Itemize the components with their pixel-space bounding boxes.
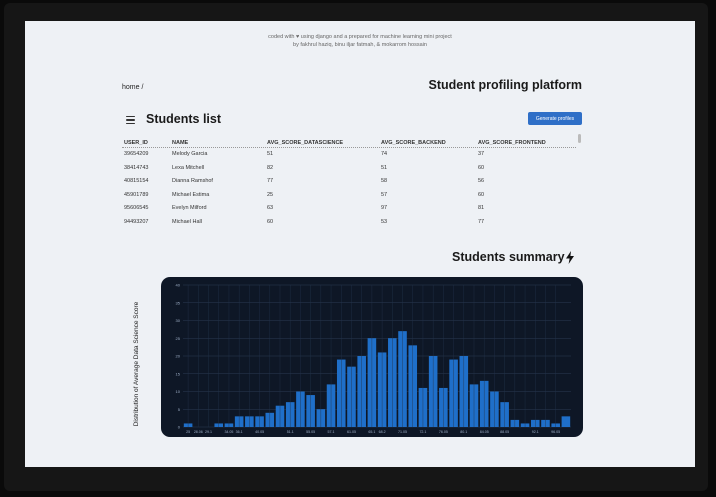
cell-name: Evelyn Milford [172,205,207,211]
chart-x-tick-label: 71.05 [398,430,407,434]
cell-datascience: 60 [267,218,274,225]
chart-x-tick-label: 92.1 [532,430,539,434]
chart-bar [561,416,571,427]
cell-frontend: 81 [478,205,485,211]
students-table: USER_ID NAME AVG_SCORE_DATASCIENCE AVG_S… [122,137,576,230]
cell-user-id: 45901789 [124,191,149,198]
cell-user-id: 39654209 [124,151,149,157]
chart-x-tick-label: 72.1 [419,430,426,434]
table-row[interactable]: 95606545 Evelyn Milford 63 97 81 [122,202,576,216]
chart-y-tick-label: 20 [176,354,181,359]
column-header-user-id[interactable]: USER_ID [124,140,148,146]
cell-backend: 53 [381,218,388,225]
cell-frontend: 77 [478,218,485,225]
chart-y-tick-label: 25 [176,336,181,341]
cell-backend: 58 [381,178,388,184]
chart-x-tick-label: 84.05 [480,430,489,434]
cell-name: Dianna Ramshof [172,178,213,184]
chart-x-tick-label: 34.05 [224,430,233,434]
cell-name: Lexa Mitchell [172,164,205,171]
table-scrollbar[interactable] [578,134,581,143]
cell-name: Melody Garcia [172,151,208,157]
cell-datascience: 63 [267,205,274,211]
chart-y-tick-label: 15 [176,371,181,376]
cell-datascience: 82 [267,164,274,171]
chart-x-tick-label: 76.05 [439,430,448,434]
chart-x-tick-label: 68.2 [379,430,386,434]
menu-icon[interactable] [126,116,135,126]
column-header-frontend[interactable]: AVG_SCORE_FRONTEND [478,140,546,146]
column-header-name[interactable]: NAME [172,140,188,146]
cell-datascience: 25 [267,191,274,198]
column-header-backend[interactable]: AVG_SCORE_BACKEND [381,140,446,146]
generate-profiles-button[interactable]: Generate profiles [528,112,582,125]
chart-x-tick-label: 29.1 [205,430,212,434]
chart-y-tick-label: 30 [176,318,181,323]
cell-name: Michael Estima [172,191,210,198]
cell-backend: 74 [381,151,388,157]
table-row[interactable]: 94493207 Michael Hall 60 53 77 [122,216,576,230]
chart-x-tick-label: 25 [186,430,190,434]
page-title: Student profiling platform [428,78,582,92]
table-row[interactable]: 40815154 Dianna Ramshof 77 58 56 [122,175,576,189]
chart-x-tick-label: 40.05 [255,430,264,434]
cell-backend: 51 [381,164,388,171]
histogram-chart: 0 5 10 15 20 25 30 35 40 25 28.06 29.1 34.05 36.1 40.0… [161,277,583,437]
summary-title: Students summary [452,250,565,264]
cell-user-id: 38414743 [124,164,149,171]
cell-user-id: 40815154 [124,178,149,184]
lightning-bolt-icon[interactable] [565,251,575,264]
histogram-svg: 0 5 10 15 20 25 30 35 40 25 28.06 29.1 34.05 36.1 40.0… [176,283,571,434]
chart-x-tick-label: 61.05 [347,430,356,434]
chart-y-tick-label: 40 [176,283,181,288]
chart-x-tick-label: 36.1 [236,430,243,434]
cell-frontend: 60 [478,191,485,198]
chart-y-axis-label: Distribution of Average Data Science Sco… [133,301,140,427]
chart-x-tick-label: 80.1 [460,430,467,434]
credits-line-1: coded with ♥ using django and a prepared… [268,34,452,40]
cell-datascience: 77 [267,178,274,184]
cell-backend: 97 [381,205,388,211]
chart-y-tick-label: 5 [178,407,181,412]
column-header-datascience[interactable]: AVG_SCORE_DATASCIENCE [267,140,343,146]
chart-x-tick-label: 96.05 [551,430,560,434]
chart-x-tick-label: 55.05 [306,430,315,434]
breadcrumb[interactable]: home / [122,84,143,91]
chart-x-tick-label: 88.05 [500,430,509,434]
cell-frontend: 60 [478,164,485,171]
cell-frontend: 37 [478,151,485,157]
credits-line-2: by fakhrul haziq, binu iljar fatmah, & m… [293,42,427,48]
cell-user-id: 94493207 [124,218,149,225]
cell-frontend: 56 [478,178,485,184]
chart-x-tick-label: 57.1 [328,430,335,434]
cell-user-id: 95606545 [124,205,149,211]
chart-x-tick-label: 51.1 [287,430,294,434]
chart-y-tick-label: 35 [176,300,181,305]
chart-y-tick-label: 0 [178,425,181,430]
table-row[interactable]: 39654209 Melody Garcia 51 74 37 [122,148,576,162]
table-row[interactable]: 45901789 Michael Estima 25 57 60 [122,189,576,203]
chart-y-tick-label: 10 [176,389,181,394]
chart-x-tick-label: 28.06 [194,430,203,434]
table-header: USER_ID NAME AVG_SCORE_DATASCIENCE AVG_S… [122,137,576,148]
chart-x-tick-label: 65.1 [368,430,375,434]
students-list-title: Students list [146,112,222,126]
app-screen: coded with ♥ using django and a prepared… [25,21,695,467]
cell-backend: 57 [381,191,388,198]
table-row[interactable]: 38414743 Lexa Mitchell 82 51 60 [122,162,576,176]
cell-name: Michael Hall [172,218,202,225]
cell-datascience: 51 [267,151,274,157]
